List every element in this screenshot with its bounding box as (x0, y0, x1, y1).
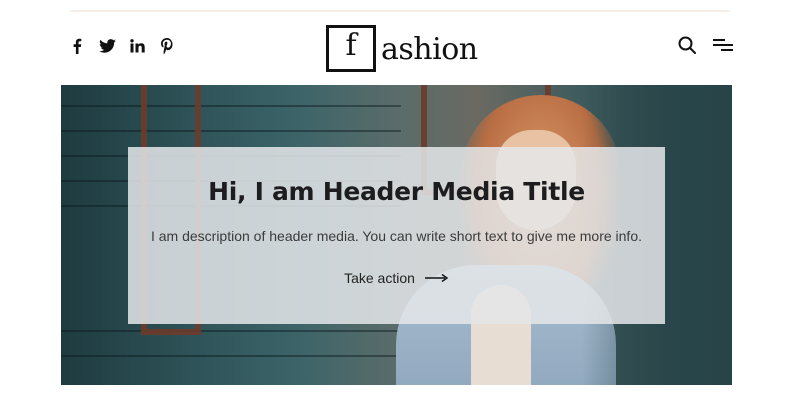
header-media-title: Hi, I am Header Media Title (208, 177, 585, 206)
facebook-icon[interactable] (68, 36, 86, 56)
menu-icon[interactable] (712, 34, 734, 56)
take-action-label: Take action (344, 270, 415, 286)
linkedin-icon[interactable] (128, 36, 146, 56)
arrow-right-icon (424, 273, 449, 283)
site-logo[interactable]: f ashion (326, 24, 478, 72)
header-tools (676, 34, 734, 56)
search-icon[interactable] (676, 34, 698, 56)
wall-plank (61, 105, 401, 107)
logo-letter: f (345, 28, 357, 63)
wall-plank (61, 355, 401, 357)
top-divider (70, 10, 730, 12)
take-action-link[interactable]: Take action (344, 270, 449, 286)
wall-plank (61, 330, 401, 332)
logo-letter-box: f (326, 24, 376, 72)
social-links (68, 36, 176, 56)
logo-wordmark: ashion (381, 31, 478, 67)
twitter-icon[interactable] (98, 36, 116, 56)
header-media-card: Hi, I am Header Media Title I am descrip… (128, 147, 665, 324)
wall-plank (61, 130, 401, 132)
pinterest-icon[interactable] (158, 36, 176, 56)
header-media-description: I am description of header media. You ca… (150, 228, 643, 244)
